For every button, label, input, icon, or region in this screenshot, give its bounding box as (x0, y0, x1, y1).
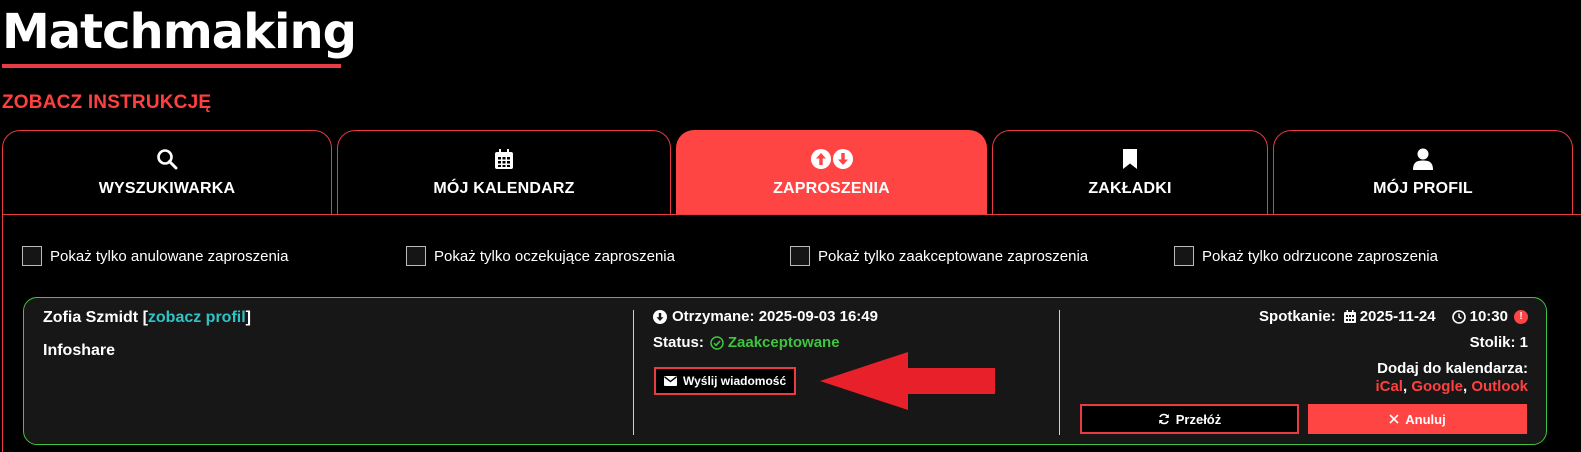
table-number: Stolik: 1 (1469, 334, 1528, 351)
received-info: Otrzymane: 2025-09-03 16:49 (653, 308, 878, 325)
checkbox[interactable] (1174, 246, 1194, 266)
cancel-label: Anuluj (1405, 411, 1446, 427)
check-circle-icon (710, 335, 724, 350)
annotation-arrow-icon (820, 352, 995, 410)
tab-label: MÓJ PROFIL (1373, 180, 1473, 197)
tab-label: ZAKŁADKI (1088, 180, 1172, 197)
arrows-up-down-icon (810, 146, 854, 172)
status-label: Status: (653, 334, 704, 351)
reschedule-button[interactable]: Przełóż (1080, 404, 1299, 434)
outlook-link[interactable]: Outlook (1471, 378, 1528, 395)
status-info: Status: Zaakceptowane (653, 334, 840, 351)
alert-icon[interactable]: ! (1514, 309, 1528, 324)
received-value: 2025-09-03 16:49 (758, 308, 878, 325)
send-message-label: Wyślij wiadomość (683, 374, 787, 388)
filter-label: Pokaż tylko anulowane zaproszenia (50, 247, 289, 265)
ical-link[interactable]: iCal (1375, 378, 1403, 395)
close-icon (1389, 414, 1399, 424)
page-title: Matchmaking (2, 4, 357, 60)
search-icon (156, 146, 178, 172)
checkbox[interactable] (22, 246, 42, 266)
send-message-button[interactable]: Wyślij wiadomość (654, 367, 797, 395)
status-value: Zaakceptowane (727, 334, 840, 351)
tab-bar: WYSZUKIWARKA MÓJ KALENDARZ ZAPROSZENIA Z… (0, 130, 1581, 215)
google-link[interactable]: Google (1411, 378, 1463, 395)
checkbox[interactable] (790, 246, 810, 266)
envelope-icon (664, 376, 677, 386)
bookmark-icon (1122, 146, 1138, 172)
tab-label: ZAPROSZENIA (773, 180, 890, 197)
calendar-icon (1343, 310, 1356, 323)
filter-cancelled[interactable]: Pokaż tylko anulowane zaproszenia (22, 246, 288, 266)
tab-my-calendar[interactable]: MÓJ KALENDARZ (337, 130, 671, 215)
bracket-close: ] (245, 309, 251, 326)
filter-accepted[interactable]: Pokaż tylko zaakceptowane zaproszenia (790, 246, 1088, 266)
tab-search[interactable]: WYSZUKIWARKA (2, 130, 332, 215)
calendar-links: iCal, Google, Outlook (1375, 378, 1528, 395)
tab-label: WYSZUKIWARKA (98, 180, 236, 197)
add-to-calendar-label: Dodaj do kalendarza: (1377, 360, 1528, 377)
reschedule-label: Przełóż (1175, 411, 1222, 427)
clock-icon (1451, 309, 1466, 324)
tab-label: MÓJ KALENDARZ (433, 180, 575, 197)
filter-label: Pokaż tylko odrzucone zaproszenia (1202, 247, 1438, 265)
title-underline (2, 64, 341, 68)
status-badge: Zaakceptowane (710, 334, 840, 351)
meeting-info: Spotkanie: 2025-11-24 10:30 ! (1259, 308, 1528, 325)
tab-bookmarks[interactable]: ZAKŁADKI (992, 130, 1268, 215)
refresh-icon (1158, 413, 1170, 425)
invitation-card: Zofia Szmidt [zobacz profil] Infoshare O… (23, 297, 1547, 445)
filter-pending[interactable]: Pokaż tylko oczekujące zaproszenia (406, 246, 675, 266)
invitee-name-text: Zofia Szmidt (43, 309, 139, 326)
arrow-down-circle-icon (653, 309, 667, 324)
user-icon (1413, 146, 1433, 172)
instructions-link[interactable]: ZOBACZ INSTRUKCJĘ (2, 92, 211, 114)
invitee-name: Zofia Szmidt [zobacz profil] (43, 309, 251, 327)
view-profile-link[interactable]: zobacz profil (148, 309, 246, 326)
filter-rejected[interactable]: Pokaż tylko odrzucone zaproszenia (1174, 246, 1438, 266)
tab-invitations[interactable]: ZAPROSZENIA (676, 130, 987, 215)
tab-my-profile[interactable]: MÓJ PROFIL (1273, 130, 1573, 215)
divider (633, 310, 634, 435)
meeting-date: 2025-11-24 (1359, 308, 1436, 325)
filter-label: Pokaż tylko zaakceptowane zaproszenia (818, 247, 1089, 265)
checkbox[interactable] (406, 246, 426, 266)
meeting-time: 10:30 (1469, 308, 1508, 325)
received-label: Otrzymane: (672, 308, 755, 325)
event-name: Infoshare (43, 342, 116, 359)
meeting-label: Spotkanie: (1259, 308, 1336, 325)
divider (1059, 310, 1060, 435)
calendar-icon (495, 146, 513, 172)
filter-label: Pokaż tylko oczekujące zaproszenia (434, 247, 675, 265)
cancel-button[interactable]: Anuluj (1308, 404, 1527, 434)
